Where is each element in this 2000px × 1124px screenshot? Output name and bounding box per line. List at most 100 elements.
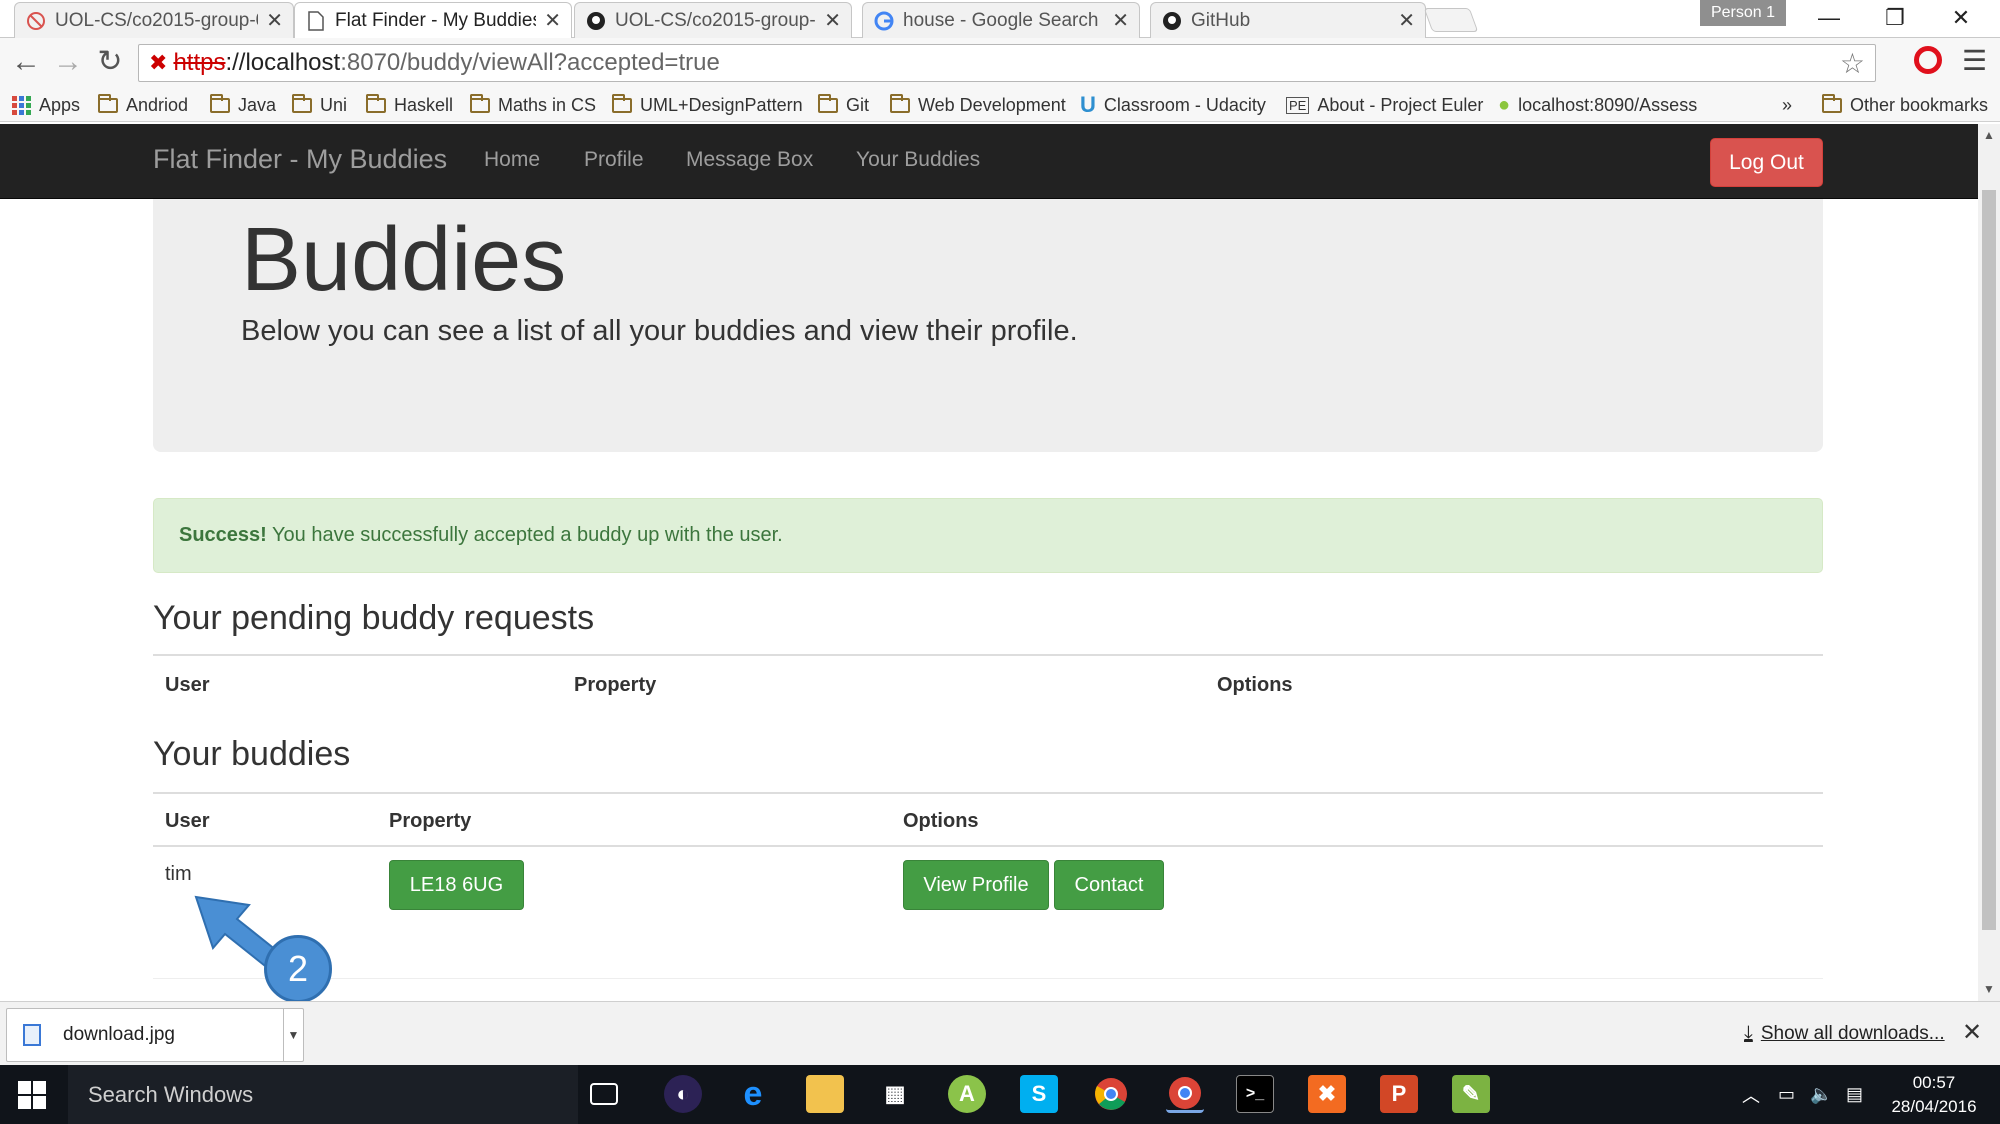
opera-extension-icon[interactable]: [1914, 46, 1942, 74]
nav-home[interactable]: Home: [484, 148, 540, 172]
success-alert: Success! You have successfully accepted …: [153, 498, 1823, 573]
bookmark-andriod[interactable]: Andriod: [98, 92, 188, 118]
eclipse-icon[interactable]: ◐: [664, 1075, 702, 1113]
restore-icon[interactable]: ❐: [1866, 0, 1924, 36]
notepad-icon[interactable]: ✎: [1452, 1075, 1490, 1113]
scroll-up-icon[interactable]: ▲: [1983, 128, 1995, 142]
google-icon: [873, 10, 895, 32]
nav-message-box[interactable]: Message Box: [686, 148, 813, 172]
page-subtitle: Below you can see a list of all your bud…: [241, 315, 1078, 347]
image-file-icon: [23, 1024, 41, 1046]
scroll-thumb[interactable]: [1982, 190, 1996, 930]
file-explorer-icon[interactable]: [806, 1075, 844, 1113]
bookmark-project-euler[interactable]: PE About - Project Euler: [1286, 92, 1483, 118]
tab-label: house - Google Search: [903, 9, 1099, 31]
folder-icon: [612, 93, 632, 113]
url-path: :8070/buddy/viewAll?accepted=true: [340, 49, 720, 76]
bookmark-apps[interactable]: Apps: [12, 92, 80, 118]
taskbar-search[interactable]: Search Windows: [68, 1065, 578, 1124]
xampp-icon[interactable]: ✖: [1308, 1075, 1346, 1113]
new-tab-button[interactable]: [1423, 8, 1479, 32]
close-icon[interactable]: ✕: [266, 8, 283, 33]
bookmark-haskell[interactable]: Haskell: [366, 92, 453, 118]
close-icon[interactable]: ✕: [1398, 8, 1415, 33]
tab-google-search[interactable]: house - Google Search ✕: [862, 2, 1140, 38]
bookmark-maths-in-cs[interactable]: Maths in CS: [470, 92, 596, 118]
show-all-downloads-link[interactable]: ⤓ Show all downloads...: [1744, 1022, 1945, 1045]
command-prompt-icon[interactable]: >_: [1236, 1075, 1274, 1113]
site-brand[interactable]: Flat Finder - My Buddies: [153, 144, 447, 175]
buddies-header-property: Property: [389, 810, 472, 832]
nav-your-buddies[interactable]: Your Buddies: [856, 148, 980, 172]
chrome-profile-icon[interactable]: [1166, 1075, 1204, 1113]
window-close-icon[interactable]: ✕: [1932, 0, 1990, 36]
minimize-icon[interactable]: —: [1800, 0, 1858, 36]
clock-date: 28/04/2016: [1891, 1097, 1977, 1116]
chevron-down-icon[interactable]: ▼: [283, 1009, 303, 1061]
battery-icon[interactable]: ▭: [1778, 1065, 1795, 1124]
windows-start-icon[interactable]: [18, 1081, 46, 1109]
skype-icon[interactable]: S: [1020, 1075, 1058, 1113]
chrome-icon[interactable]: [1092, 1075, 1130, 1113]
back-icon[interactable]: ←: [10, 46, 42, 78]
folder-icon: [292, 93, 312, 113]
volume-icon[interactable]: 🔈: [1810, 1065, 1832, 1124]
browser-toolbar: ← → ↻ ✖ https ://localhost :8070/buddy/v…: [0, 38, 2000, 88]
edge-icon[interactable]: e: [734, 1075, 772, 1113]
bookmark-uml[interactable]: UML+DesignPattern: [612, 92, 803, 118]
bookmark-other[interactable]: Other bookmarks: [1822, 92, 1988, 118]
taskbar-clock[interactable]: 00:57 28/04/2016: [1884, 1071, 1984, 1119]
bookmark-web-development[interactable]: Web Development: [890, 92, 1066, 118]
leaf-icon: ●: [1498, 93, 1511, 116]
tab-label: UOL-CS/co2015-group-06: [615, 9, 817, 31]
page-scrollbar[interactable]: ▲ ▼: [1978, 124, 2000, 1001]
android-studio-icon[interactable]: A: [948, 1075, 986, 1113]
scroll-down-icon[interactable]: ▼: [1983, 982, 1995, 996]
store-icon[interactable]: ▦: [876, 1075, 914, 1113]
action-center-icon[interactable]: ▤: [1846, 1065, 1863, 1124]
close-icon[interactable]: ✕: [824, 8, 841, 33]
udacity-icon: U: [1080, 92, 1096, 117]
bookmark-localhost-8090[interactable]: ● localhost:8090/Assess: [1498, 92, 1698, 118]
tab-flat-finder[interactable]: Flat Finder - My Buddies ✕: [294, 2, 572, 38]
bookmark-git[interactable]: Git: [818, 92, 869, 118]
logout-button[interactable]: Log Out: [1710, 138, 1823, 187]
chevron-up-icon[interactable]: ︿: [1742, 1065, 1760, 1124]
profile-badge[interactable]: Person 1: [1700, 0, 1786, 26]
reload-icon[interactable]: ↻: [94, 46, 126, 78]
pending-header-property: Property: [574, 674, 657, 696]
tab-label: GitHub: [1191, 9, 1251, 31]
url-host: ://localhost: [225, 49, 341, 76]
bookmarks-overflow-button[interactable]: »: [1782, 92, 1792, 118]
contact-button[interactable]: Contact: [1054, 860, 1164, 910]
bookmark-star-icon[interactable]: ☆: [1840, 47, 1865, 80]
buddy-user: tim: [165, 863, 192, 885]
powerpoint-icon[interactable]: P: [1380, 1075, 1418, 1113]
tab-strip: UOL-CS/co2015-group-06 ✕ Flat Finder - M…: [0, 0, 2000, 38]
alert-strong: Success!: [179, 524, 267, 546]
tab-uol-cs-2[interactable]: UOL-CS/co2015-group-06 ✕: [574, 2, 852, 38]
divider: [153, 978, 1823, 979]
windows-taskbar: Search Windows ◐ e ▦ A S >_ ✖ P ✎ ︿ ▭ 🔈 …: [0, 1065, 2000, 1124]
tab-uol-cs-1[interactable]: UOL-CS/co2015-group-06 ✕: [14, 2, 294, 38]
insecure-lock-icon[interactable]: ✖: [149, 50, 167, 76]
nav-profile[interactable]: Profile: [584, 148, 644, 172]
view-profile-button[interactable]: View Profile: [903, 860, 1049, 910]
property-button[interactable]: LE18 6UG: [389, 860, 524, 910]
task-view-icon[interactable]: [590, 1083, 618, 1105]
address-bar[interactable]: ✖ https ://localhost :8070/buddy/viewAll…: [138, 44, 1876, 82]
divider: [153, 845, 1823, 847]
chrome-menu-icon[interactable]: ☰: [1962, 44, 1987, 77]
download-item[interactable]: download.jpg ▼: [6, 1008, 304, 1062]
bookmark-udacity[interactable]: U Classroom - Udacity: [1080, 92, 1266, 118]
close-icon[interactable]: ✕: [1962, 1018, 1982, 1047]
tab-github[interactable]: GitHub ✕: [1150, 2, 1426, 38]
close-icon[interactable]: ✕: [1112, 8, 1129, 33]
bookmark-uni[interactable]: Uni: [292, 92, 347, 118]
github-icon: [1161, 10, 1183, 32]
buddies-title: Your buddies: [153, 735, 351, 773]
bookmark-java[interactable]: Java: [210, 92, 276, 118]
forward-icon[interactable]: →: [52, 46, 84, 78]
close-icon[interactable]: ✕: [544, 8, 561, 33]
clock-time: 00:57: [1912, 1073, 1956, 1092]
